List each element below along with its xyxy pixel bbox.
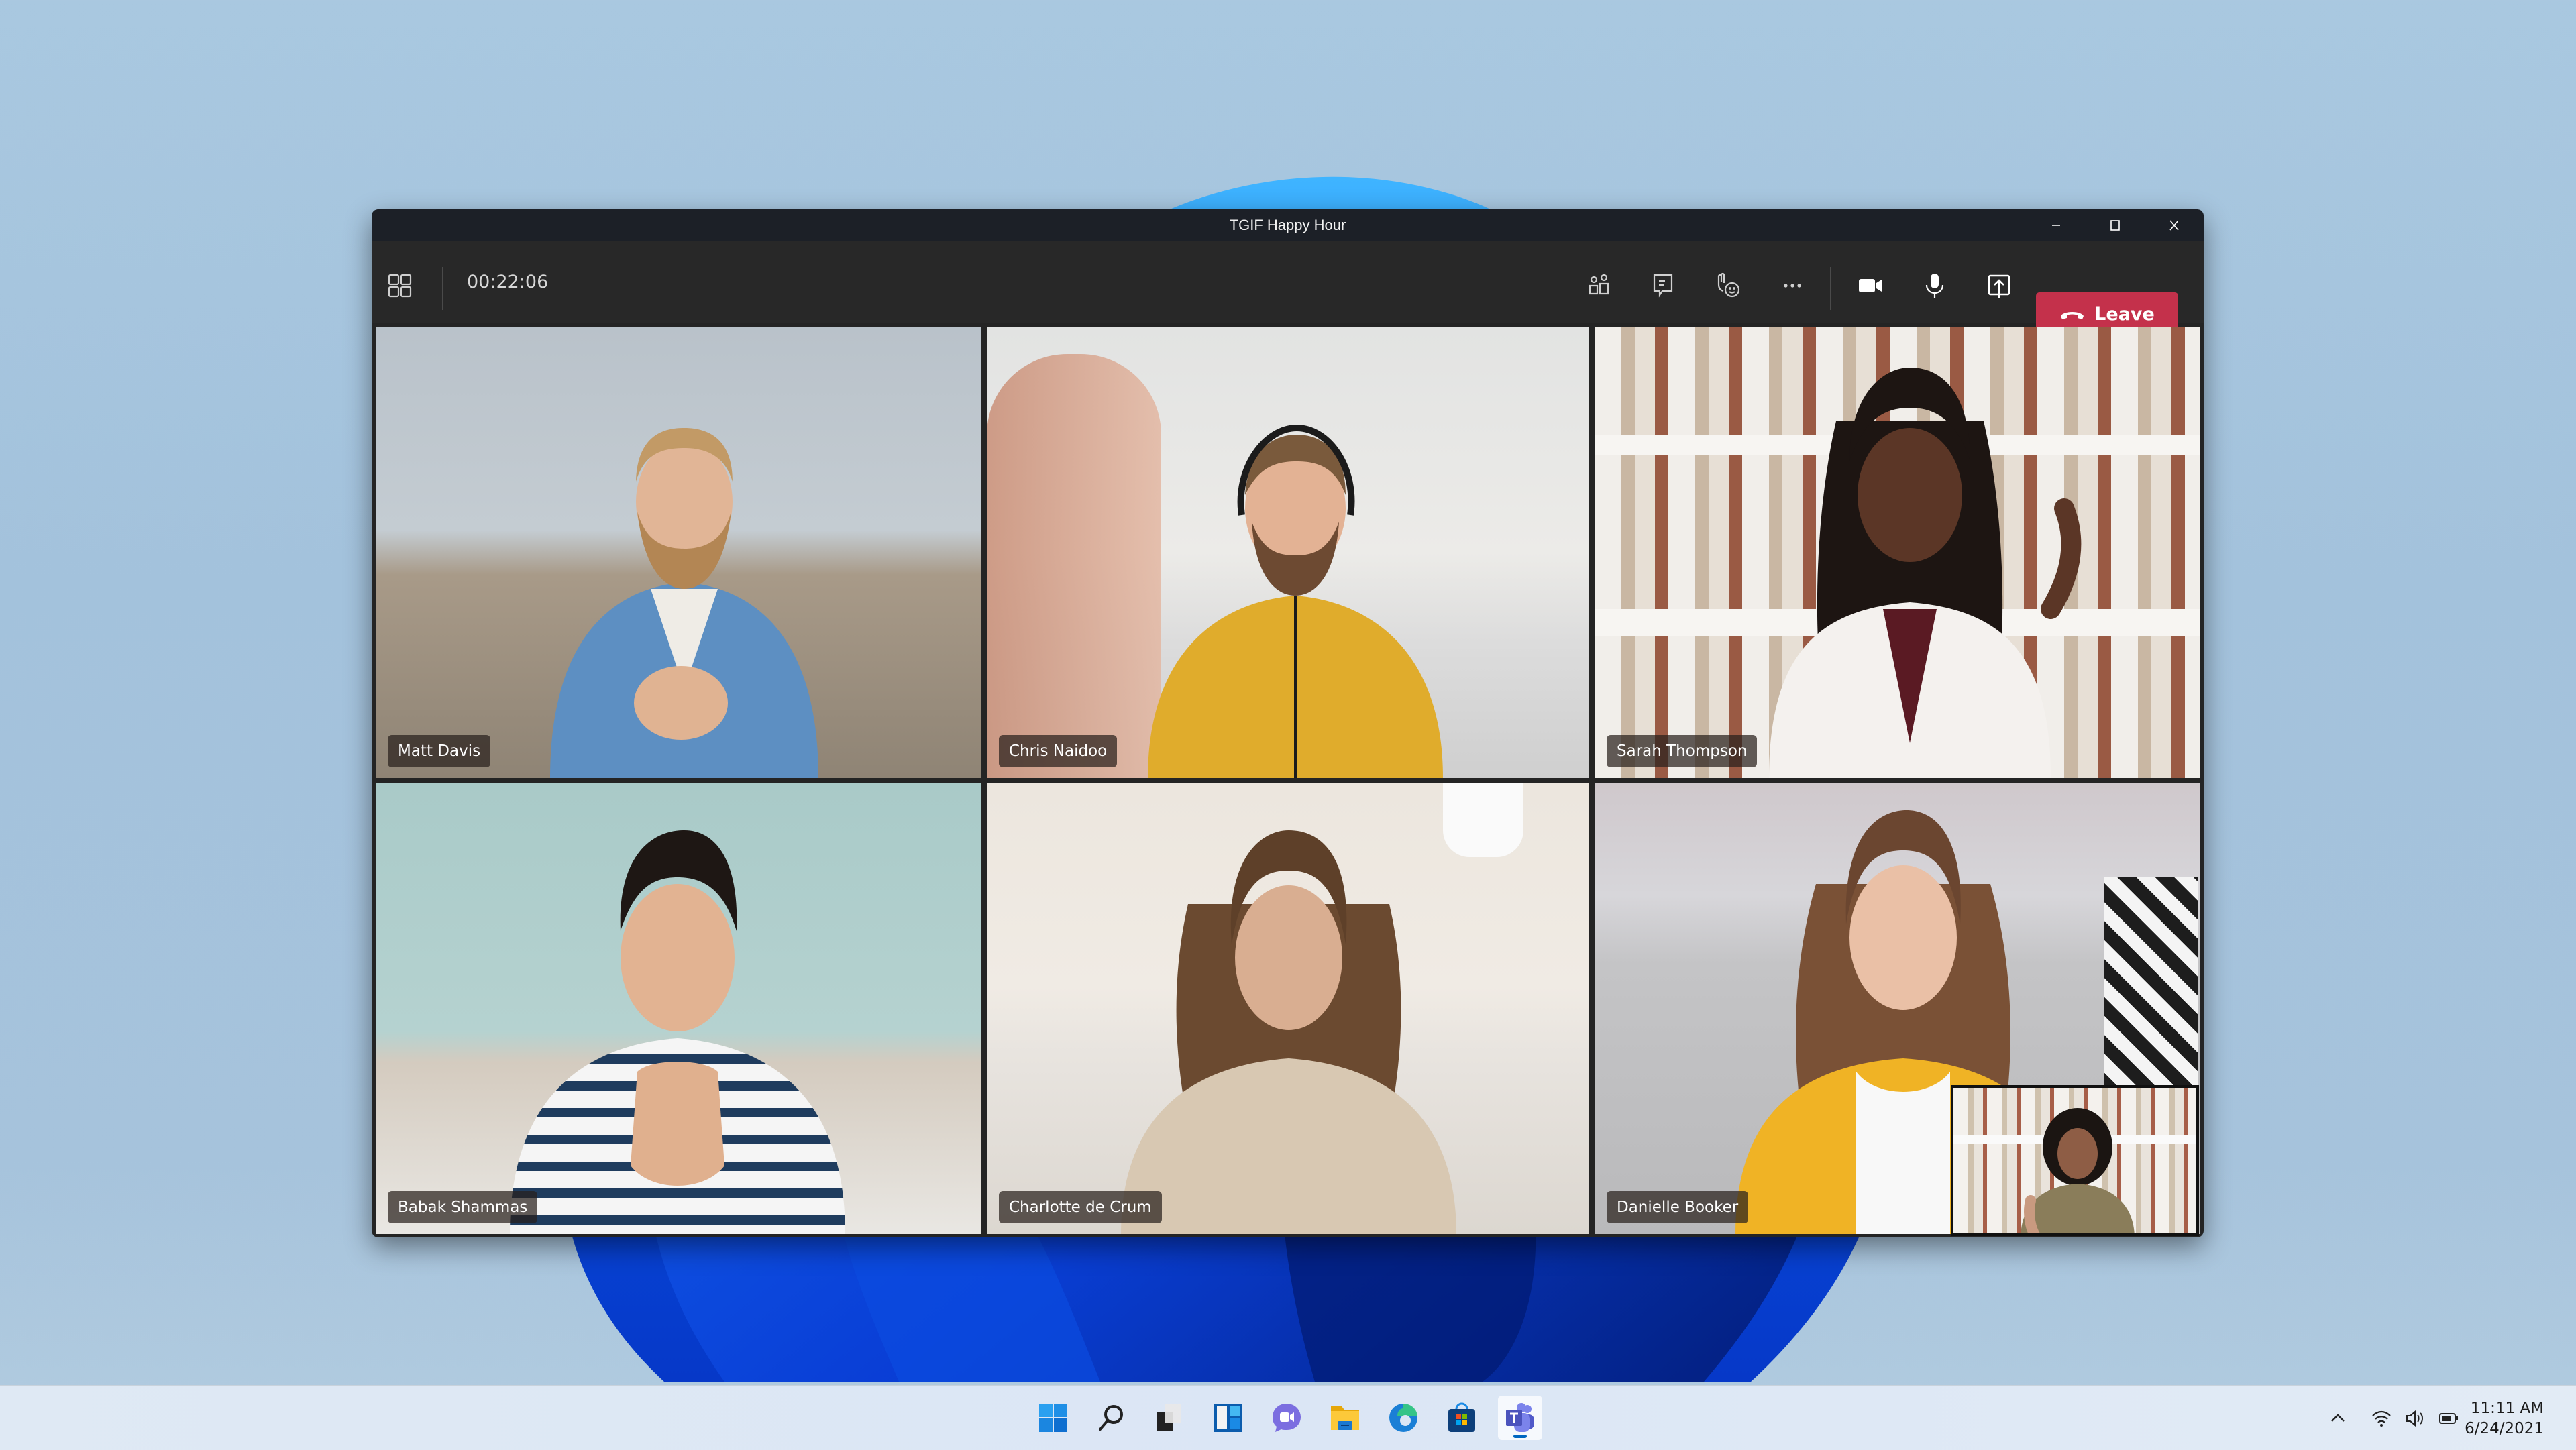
start-button[interactable] bbox=[1031, 1396, 1075, 1440]
edge-icon bbox=[1389, 1404, 1417, 1432]
close-button[interactable] bbox=[2145, 209, 2204, 241]
battery-icon bbox=[2439, 1413, 2458, 1424]
toolbar-divider bbox=[1830, 267, 1831, 310]
taskbar: 11:11 AM 6/24/2021 bbox=[0, 1385, 2576, 1450]
teams-app-button[interactable] bbox=[1498, 1396, 1542, 1440]
toolbar-divider bbox=[442, 267, 443, 310]
mic-icon bbox=[1925, 274, 1944, 298]
wifi-icon bbox=[2372, 1410, 2391, 1427]
title-bar: TGIF Happy Hour bbox=[372, 209, 2204, 241]
store-button[interactable] bbox=[1440, 1396, 1484, 1440]
participant-video-figure bbox=[550, 428, 818, 778]
participant-name-label: Sarah Thompson bbox=[1607, 735, 1758, 767]
participant-tile[interactable]: Sarah Thompson bbox=[1595, 327, 2200, 778]
clock-time: 11:11 AM bbox=[2470, 1400, 2544, 1417]
teams-icon bbox=[1506, 1403, 1534, 1432]
participant-video-figure bbox=[1769, 368, 2082, 778]
meeting-timer: 00:22:06 bbox=[467, 272, 549, 292]
reactions-button[interactable] bbox=[1708, 266, 1748, 306]
participant-name-label: Babak Shammas bbox=[388, 1191, 538, 1223]
show-hidden-icons-button[interactable] bbox=[2326, 1406, 2350, 1431]
share-screen-icon bbox=[1988, 274, 2010, 298]
self-view-figure bbox=[2021, 1108, 2135, 1233]
volume-button[interactable] bbox=[2403, 1406, 2427, 1431]
close-icon bbox=[2169, 220, 2179, 231]
edge-button[interactable] bbox=[1381, 1396, 1426, 1440]
chevron-up-icon bbox=[2331, 1414, 2345, 1422]
more-button[interactable] bbox=[1772, 266, 1813, 306]
more-icon bbox=[1784, 284, 1801, 288]
chat-button[interactable] bbox=[1644, 266, 1684, 306]
raise-hand-reaction-icon bbox=[1717, 272, 1740, 298]
teams-chat-icon bbox=[1273, 1404, 1301, 1432]
grid-layout-icon bbox=[388, 274, 412, 298]
windows-start-icon bbox=[1039, 1404, 1067, 1432]
window-title: TGIF Happy Hour bbox=[1229, 217, 1346, 233]
participant-name-label: Charlotte de Crum bbox=[999, 1191, 1162, 1223]
task-view-icon bbox=[1157, 1404, 1181, 1431]
mic-button[interactable] bbox=[1915, 266, 1955, 306]
widgets-icon bbox=[1214, 1404, 1242, 1432]
teams-meeting-window: TGIF Happy Hour 00:22:06 Leave Matt Davi… bbox=[372, 209, 2204, 1237]
participant-video-figure bbox=[1148, 424, 1443, 778]
participant-tile[interactable]: Matt Davis bbox=[376, 327, 981, 778]
maximize-button[interactable] bbox=[2086, 209, 2145, 241]
system-clock[interactable]: 11:11 AM 6/24/2021 bbox=[2465, 1398, 2544, 1439]
store-icon bbox=[1448, 1402, 1475, 1432]
widgets-button[interactable] bbox=[1206, 1396, 1250, 1440]
meeting-toolbar: 00:22:06 Leave bbox=[372, 241, 2204, 335]
participant-tile[interactable]: Charlotte de Crum bbox=[987, 783, 1589, 1234]
search-icon bbox=[1099, 1405, 1123, 1431]
pillow bbox=[2104, 877, 2198, 1092]
chat-icon bbox=[1653, 274, 1673, 298]
task-view-button[interactable] bbox=[1148, 1396, 1192, 1440]
clock-date: 6/24/2021 bbox=[2465, 1420, 2544, 1437]
people-icon bbox=[1589, 274, 1609, 295]
minimize-button[interactable] bbox=[2027, 209, 2086, 241]
share-screen-button[interactable] bbox=[1979, 266, 2019, 306]
participant-name-label: Matt Davis bbox=[388, 735, 491, 767]
chat-app-button[interactable] bbox=[1265, 1396, 1309, 1440]
layout-button[interactable] bbox=[380, 266, 420, 306]
folder-icon bbox=[1331, 1406, 1359, 1430]
camera-button[interactable] bbox=[1850, 266, 1890, 306]
participant-tile[interactable]: Chris Naidoo bbox=[987, 327, 1589, 778]
volume-icon bbox=[2406, 1410, 2423, 1427]
participant-video-figure bbox=[510, 830, 845, 1234]
active-app-indicator bbox=[1513, 1435, 1527, 1438]
hang-up-icon bbox=[2061, 312, 2084, 319]
leave-label: Leave bbox=[2094, 303, 2155, 325]
maximize-icon bbox=[2110, 220, 2120, 231]
battery-button[interactable] bbox=[2436, 1406, 2461, 1431]
participant-tile[interactable]: Babak Shammas bbox=[376, 783, 981, 1234]
participant-name-label: Danielle Booker bbox=[1607, 1191, 1749, 1223]
participant-video-figure bbox=[1121, 830, 1456, 1234]
minimize-icon bbox=[2052, 225, 2060, 226]
self-view-video[interactable] bbox=[1951, 1085, 2199, 1236]
participant-name-label: Chris Naidoo bbox=[999, 735, 1118, 767]
people-button[interactable] bbox=[1579, 266, 1619, 306]
network-button[interactable] bbox=[2369, 1406, 2394, 1431]
file-explorer-button[interactable] bbox=[1323, 1396, 1367, 1440]
camera-icon bbox=[1859, 279, 1882, 292]
search-button[interactable] bbox=[1089, 1396, 1134, 1440]
